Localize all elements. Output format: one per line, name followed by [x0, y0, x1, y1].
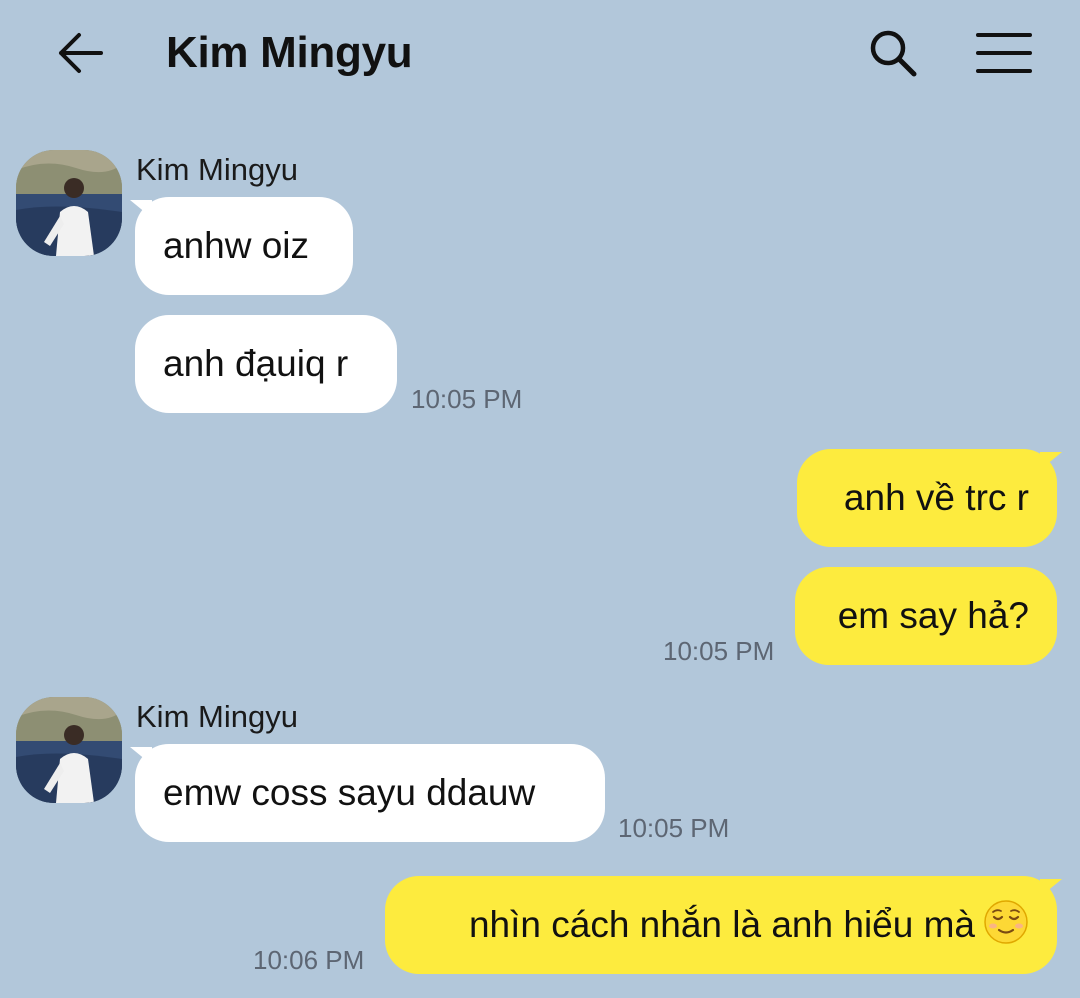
hamburger-menu-icon	[976, 33, 1032, 73]
back-button[interactable]	[48, 26, 110, 80]
search-button[interactable]	[860, 24, 926, 82]
relieved-face-emoji	[984, 900, 1028, 944]
sender-name: Kim Mingyu	[136, 152, 298, 187]
message-bubble[interactable]: emw coss sayu ddauw	[135, 744, 605, 842]
arrow-left-icon	[59, 33, 103, 73]
message-timestamp: 10:05 PM	[411, 384, 523, 414]
chat-screen: Kim Mingyu Kim Mingyu anhw oiz anh đạuiq…	[0, 0, 1080, 998]
avatar[interactable]	[16, 150, 122, 256]
chat-title: Kim Mingyu	[166, 28, 413, 77]
message-bubble[interactable]: anh về trc r	[797, 449, 1057, 547]
message-bubble[interactable]: anh đạuiq r	[135, 315, 397, 413]
message-bubble[interactable]: anhw oiz	[135, 197, 353, 295]
message-bubble[interactable]: nhìn cách nhắn là anh hiểu mà	[385, 876, 1057, 974]
search-icon	[870, 30, 917, 77]
sender-name: Kim Mingyu	[136, 699, 298, 734]
message-timestamp: 10:05 PM	[663, 636, 775, 666]
message-timestamp: 10:06 PM	[253, 945, 365, 975]
chat-header: Kim Mingyu	[0, 0, 1080, 110]
message-text: nhìn cách nhắn là anh hiểu mà	[468, 904, 975, 945]
message-bubble[interactable]: em say hả?	[795, 567, 1057, 665]
avatar[interactable]	[16, 697, 122, 803]
message-timestamp: 10:05 PM	[618, 813, 730, 843]
menu-button[interactable]	[968, 24, 1040, 82]
